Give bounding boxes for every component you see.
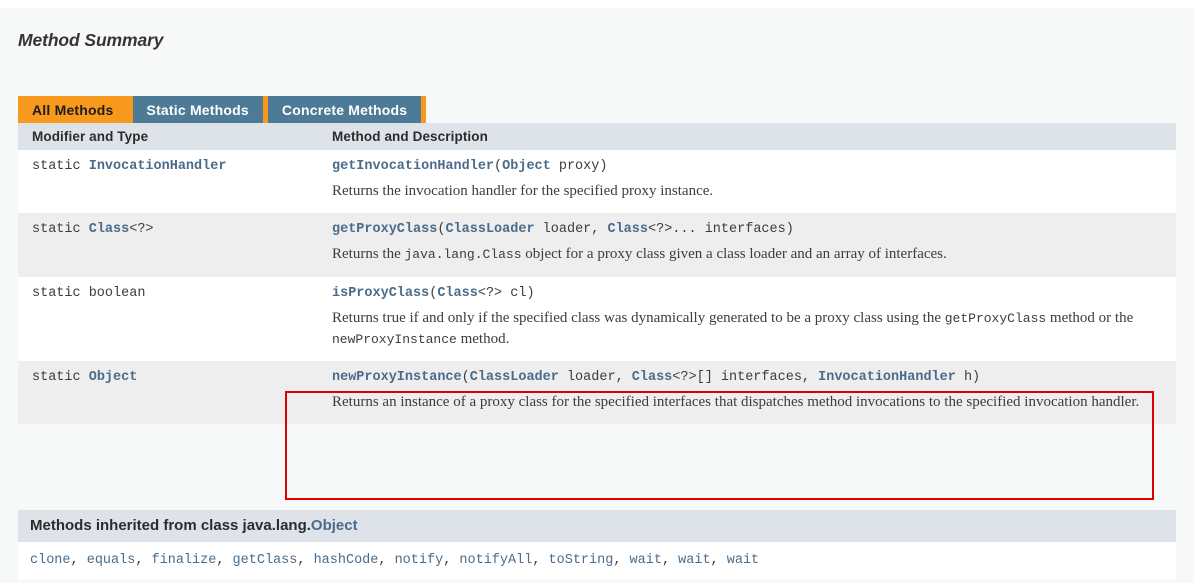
description-text: method or the bbox=[1046, 309, 1134, 326]
list-separator: , bbox=[297, 553, 314, 568]
method-name-link[interactable]: getProxyClass bbox=[332, 222, 437, 237]
cell-modifier-and-type: static InvocationHandler bbox=[18, 150, 318, 214]
inherited-method-link[interactable]: wait bbox=[727, 553, 759, 568]
list-separator: , bbox=[70, 553, 87, 568]
description-text: method. bbox=[456, 330, 510, 347]
list-separator: , bbox=[378, 553, 395, 568]
modifier-keyword: static bbox=[32, 370, 89, 386]
inherited-method-link[interactable]: clone bbox=[30, 553, 71, 568]
cell-method-and-description: getProxyClass(ClassLoader loader, Class<… bbox=[318, 213, 1176, 277]
method-description: Returns the java.lang.Class object for a… bbox=[332, 244, 1166, 265]
method-name-link[interactable]: isProxyClass bbox=[332, 286, 429, 301]
signature-text: ( bbox=[494, 159, 503, 174]
table-row: static Object newProxyInstance(ClassLoade… bbox=[18, 361, 1176, 425]
description-text: Returns the invocation handler for the s… bbox=[332, 183, 714, 199]
tab-separator-end bbox=[421, 96, 427, 123]
modifier-type-link[interactable]: InvocationHandler bbox=[89, 159, 227, 174]
inherited-methods-heading: Methods inherited from class java.lang.O… bbox=[18, 510, 1176, 542]
parameter-type-link[interactable]: ClassLoader bbox=[445, 222, 534, 237]
description-text: Returns true if and only if the specifie… bbox=[332, 309, 945, 326]
description-text: object for a proxy class given a class l… bbox=[521, 246, 947, 263]
inherited-method-link[interactable]: toString bbox=[549, 553, 614, 568]
tab-concrete-methods[interactable]: Concrete Methods bbox=[267, 96, 422, 123]
inherited-method-link[interactable]: getClass bbox=[233, 553, 298, 568]
method-description: Returns an instance of a proxy class for… bbox=[332, 392, 1166, 413]
table-row: static InvocationHandler getInvocationHan… bbox=[18, 150, 1176, 214]
javadoc-page: Method Summary All Methods Static Methods… bbox=[0, 8, 1194, 583]
method-name-link[interactable]: newProxyInstance bbox=[332, 370, 462, 385]
inherited-heading-text: Methods inherited from class java.lang. bbox=[30, 517, 311, 534]
signature-text: h) bbox=[955, 370, 981, 386]
list-separator: , bbox=[443, 553, 460, 568]
method-filter-tabs: All Methods Static Methods Concrete Method… bbox=[18, 96, 427, 123]
cell-method-and-description: isProxyClass(Class<?> cl) Returns true if… bbox=[318, 276, 1176, 362]
inherited-heading-link-object[interactable]: Object bbox=[311, 517, 358, 534]
signature-text: proxy) bbox=[550, 159, 608, 174]
cell-modifier-and-type: static boolean bbox=[18, 276, 318, 362]
method-description: Returns true if and only if the specifie… bbox=[332, 308, 1166, 351]
modifier-keyword: static bbox=[32, 159, 89, 174]
signature-text: <?> cl) bbox=[477, 285, 535, 301]
inherited-methods-section: Methods inherited from class java.lang.O… bbox=[18, 510, 1176, 580]
list-separator: , bbox=[135, 553, 152, 568]
modifier-keyword: static boolean bbox=[32, 285, 146, 301]
method-signature: getProxyClass(ClassLoader loader, Class<… bbox=[332, 222, 1166, 237]
method-description: Returns the invocation handler for the s… bbox=[332, 181, 1166, 202]
cell-method-and-description: newProxyInstance(ClassLoader loader, Cla… bbox=[318, 361, 1176, 425]
column-header-modifier-and-type: Modifier and Type bbox=[18, 123, 318, 150]
list-separator: , bbox=[710, 553, 727, 568]
inherited-method-link[interactable]: notifyAll bbox=[459, 553, 532, 568]
tab-all-methods[interactable]: All Methods bbox=[18, 96, 128, 123]
list-separator: , bbox=[216, 553, 233, 568]
inherited-method-link[interactable]: finalize bbox=[152, 553, 217, 568]
signature-text: <?>[] interfaces, bbox=[672, 370, 819, 386]
method-signature: isProxyClass(Class<?> cl) bbox=[332, 286, 1166, 301]
modifier-keyword: static bbox=[32, 222, 89, 238]
list-separator: , bbox=[661, 553, 679, 568]
inline-code: getProxyClass bbox=[944, 310, 1047, 326]
parameter-type-link[interactable]: Class bbox=[607, 222, 648, 237]
cell-modifier-and-type: static Object bbox=[18, 361, 318, 425]
signature-text: loader, bbox=[534, 222, 608, 238]
table-body: static InvocationHandler getInvocationHan… bbox=[18, 150, 1176, 425]
list-separator: , bbox=[532, 553, 549, 568]
method-signature: newProxyInstance(ClassLoader loader, Cla… bbox=[332, 370, 1166, 385]
inherited-method-link[interactable]: equals bbox=[87, 553, 136, 568]
signature-text: ( bbox=[461, 370, 470, 386]
modifier-type-link[interactable]: Class bbox=[89, 222, 130, 237]
modifier-generic-suffix: <?> bbox=[129, 222, 154, 238]
page-title: Method Summary bbox=[18, 30, 164, 50]
inline-code: newProxyInstance bbox=[332, 331, 457, 347]
modifier-type-link[interactable]: Object bbox=[89, 370, 138, 385]
inherited-method-link[interactable]: hashCode bbox=[314, 553, 379, 568]
parameter-type-link[interactable]: Object bbox=[502, 159, 551, 174]
method-summary-table: Modifier and Type Method and Description… bbox=[18, 123, 1176, 425]
inline-code: java.lang.Class bbox=[404, 247, 522, 263]
inherited-methods-list: clone, equals, finalize, getClass, hashC… bbox=[18, 542, 1176, 580]
parameter-type-link[interactable]: Class bbox=[437, 286, 478, 301]
cell-modifier-and-type: static Class<?> bbox=[18, 213, 318, 277]
list-separator: , bbox=[613, 553, 630, 568]
parameter-type-link[interactable]: Class bbox=[632, 370, 673, 385]
inherited-method-link[interactable]: wait bbox=[678, 553, 710, 568]
signature-text: loader, bbox=[558, 370, 632, 386]
inherited-method-link[interactable]: wait bbox=[630, 553, 662, 568]
parameter-type-link[interactable]: ClassLoader bbox=[470, 370, 559, 385]
table-row: static boolean isProxyClass(Class<?> cl) R… bbox=[18, 276, 1176, 362]
inherited-method-link[interactable]: notify bbox=[395, 553, 444, 568]
cell-method-and-description: getInvocationHandler(Object proxy) Return… bbox=[318, 150, 1176, 214]
parameter-type-link[interactable]: InvocationHandler bbox=[818, 370, 956, 385]
method-name-link[interactable]: getInvocationHandler bbox=[332, 159, 494, 174]
table-row: static Class<?> getProxyClass(ClassLoader… bbox=[18, 213, 1176, 277]
table-header-row: Modifier and Type Method and Description bbox=[18, 123, 1176, 150]
signature-text: <?>... interfaces) bbox=[648, 222, 794, 238]
description-text: Returns an instance of a proxy class for… bbox=[332, 394, 1140, 411]
description-text: Returns the bbox=[332, 246, 405, 263]
column-header-method-and-description: Method and Description bbox=[318, 123, 1176, 150]
method-signature: getInvocationHandler(Object proxy) bbox=[332, 159, 1166, 174]
tab-static-methods[interactable]: Static Methods bbox=[132, 96, 263, 123]
